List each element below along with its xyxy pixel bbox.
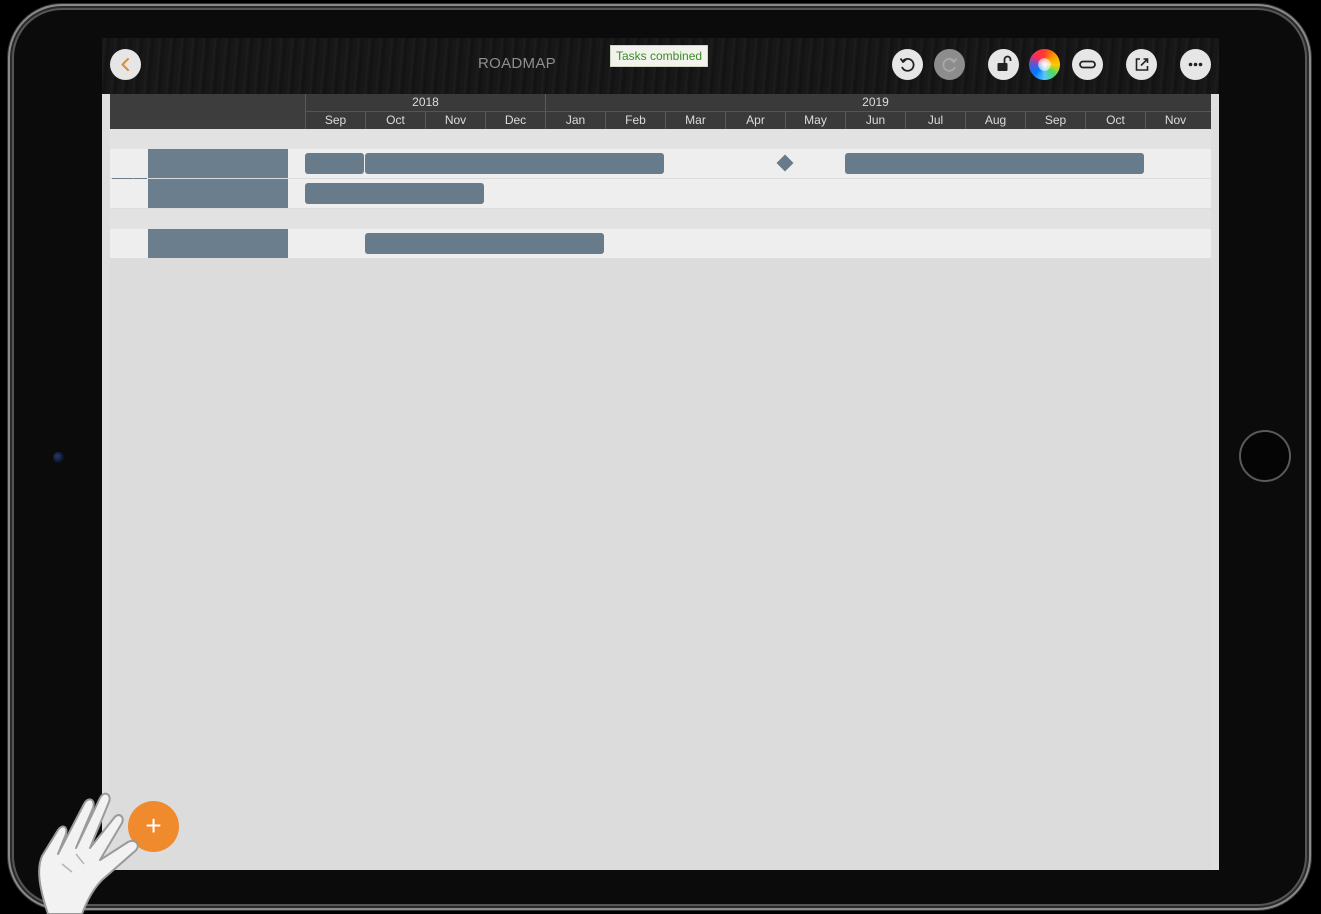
month-label: Aug <box>965 112 1025 129</box>
share-button[interactable] <box>1126 49 1157 80</box>
year-label: 2018 <box>305 94 545 111</box>
app-screen: ROADMAP Tasks combined 2018 2019 Sep Oct… <box>102 38 1219 870</box>
task-bar[interactable] <box>365 153 664 174</box>
month-label: Feb <box>605 112 665 129</box>
gantt-body[interactable]: SE...ION <box>110 129 1211 870</box>
redo-icon <box>942 57 958 72</box>
month-label: Mar <box>665 112 725 129</box>
row-header[interactable] <box>148 179 288 208</box>
year-row: 2018 2019 <box>305 94 1211 111</box>
more-button[interactable] <box>1180 49 1211 80</box>
month-label: Jan <box>545 112 605 129</box>
task-bar[interactable] <box>365 233 604 254</box>
task-bar[interactable] <box>305 183 484 204</box>
year-label: 2019 <box>545 94 1205 111</box>
collapse-button[interactable] <box>1072 49 1103 80</box>
status-toast: Tasks combined <box>610 45 709 67</box>
undo-icon <box>899 57 915 72</box>
redo-button[interactable] <box>934 49 965 80</box>
task-bar[interactable] <box>845 153 1144 174</box>
lock-button[interactable] <box>988 49 1019 80</box>
row-header[interactable] <box>148 229 288 258</box>
unlock-icon <box>997 55 1012 71</box>
home-button[interactable] <box>1239 430 1291 482</box>
month-label: Apr <box>725 112 785 129</box>
share-icon <box>1135 58 1149 71</box>
undo-button[interactable] <box>892 49 923 80</box>
more-icon <box>1188 62 1203 67</box>
timeline-corner <box>110 94 305 129</box>
document-title: ROADMAP <box>478 55 556 72</box>
month-label: Oct <box>365 112 425 129</box>
month-label: Nov <box>1145 112 1205 129</box>
group-separator <box>110 129 1211 149</box>
hand-pointer-icon <box>38 792 139 914</box>
month-label: Dec <box>485 112 545 129</box>
month-label: Sep <box>1025 112 1085 129</box>
month-label: Jul <box>905 112 965 129</box>
front-camera <box>53 452 64 463</box>
back-button[interactable] <box>110 49 141 80</box>
minus-pill-icon <box>1079 60 1096 69</box>
month-label: Sep <box>305 112 365 129</box>
month-label: Oct <box>1085 112 1145 129</box>
month-label: May <box>785 112 845 129</box>
task-bar[interactable] <box>305 153 364 174</box>
chevron-left-icon <box>121 58 129 71</box>
color-wheel-icon[interactable] <box>1029 49 1060 80</box>
month-label: Jun <box>845 112 905 129</box>
toolbar: ROADMAP Tasks combined <box>102 38 1219 94</box>
row-header[interactable] <box>148 149 288 178</box>
month-row: Sep Oct Nov Dec Jan Feb Mar Apr May Jun Jul Aug Sep O… <box>305 111 1211 129</box>
timeline-header: 2018 2019 Sep Oct Nov Dec Jan Feb Mar Apr May Jun J… <box>110 94 1211 129</box>
group-separator <box>110 209 1211 229</box>
month-label: Nov <box>425 112 485 129</box>
